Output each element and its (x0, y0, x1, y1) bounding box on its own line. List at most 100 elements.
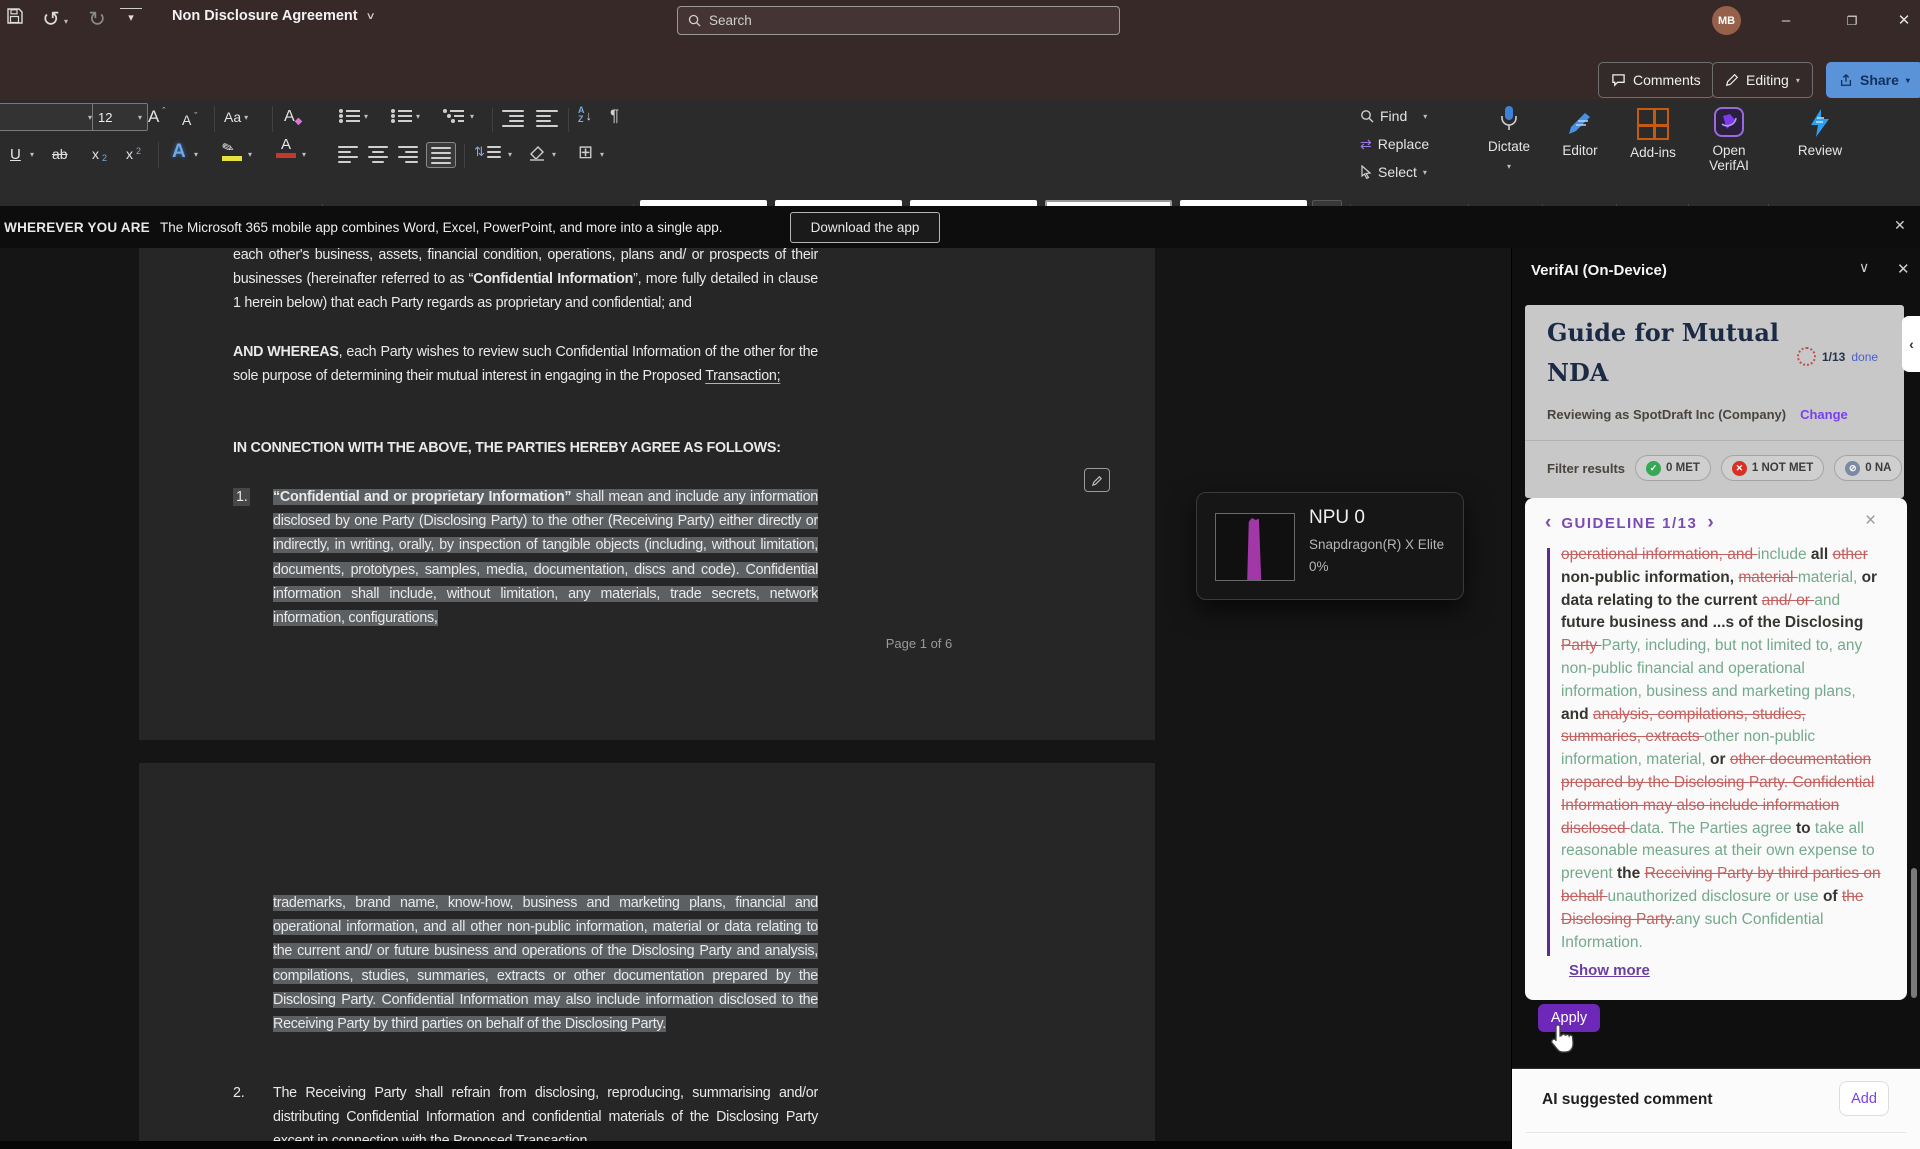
redo-button[interactable]: ↻ (84, 5, 110, 35)
guideline-prev-icon[interactable]: ‹ (1545, 512, 1551, 534)
underline-dropdown-icon[interactable]: ▾ (30, 150, 34, 159)
verifai-icon (1713, 106, 1745, 138)
align-left-button[interactable] (338, 146, 358, 163)
clause-2: 2. The Receiving Party shall refrain fro… (233, 1081, 818, 1149)
reviewing-as-row: Reviewing as SpotDraft Inc (Company) Cha… (1547, 407, 1848, 422)
open-verifai-button[interactable]: Open VerifAI (1696, 106, 1762, 173)
subscript-button[interactable]: x2 (92, 140, 107, 168)
decrease-indent-button[interactable] (502, 110, 524, 127)
guide-card-divider (1525, 440, 1904, 441)
shading-dropdown-icon[interactable]: ▾ (552, 150, 556, 159)
numbering-dropdown-icon[interactable]: ▾ (416, 112, 420, 121)
borders-dropdown-icon[interactable]: ▾ (600, 150, 604, 159)
m365-banner: S WHEREVER YOU ARE The Microsoft 365 mob… (0, 206, 1920, 248)
change-link[interactable]: Change (1800, 407, 1848, 422)
add-comment-button[interactable]: Add (1839, 1081, 1889, 1116)
font-size-select[interactable]: 12▾ (92, 103, 148, 131)
comment-hint-icon[interactable] (1084, 468, 1110, 492)
pilcrow-button[interactable]: ¶ (610, 106, 619, 126)
panel-collapse-icon[interactable]: ∨ (1859, 259, 1869, 276)
ribbon: ▾ 12▾ Aˆ Aˇ Aa▾ A◆ U ▾ ab x2 x2 A ▾ ✎ ▾ … (0, 100, 1920, 206)
save-icon[interactable] (6, 7, 28, 25)
numbering-button[interactable] (390, 110, 412, 122)
font-color-button[interactable]: A (276, 136, 296, 158)
highlight-color-button[interactable]: ✎ (222, 138, 242, 161)
panel-scrollbar-thumb[interactable] (1911, 868, 1917, 998)
find-button[interactable]: Find▾ (1360, 102, 1427, 130)
increase-indent-button[interactable] (536, 110, 558, 127)
na-icon: ⊘ (1845, 461, 1860, 476)
justify-button[interactable] (426, 142, 456, 168)
select-button[interactable]: Select▾ (1360, 158, 1427, 186)
dictate-button[interactable]: Dictate ▾ (1480, 104, 1538, 174)
ai-comment-divider (1526, 1132, 1906, 1133)
text-effects-dropdown-icon[interactable]: ▾ (194, 150, 198, 159)
bullets-dropdown-icon[interactable]: ▾ (364, 112, 368, 121)
editor-button[interactable]: Editor (1552, 108, 1608, 158)
comments-button[interactable]: Comments (1598, 62, 1714, 98)
lightning-icon (1808, 108, 1832, 138)
banner-close-icon[interactable]: ✕ (1894, 217, 1906, 234)
cursor-pointer-overlay (1548, 1022, 1578, 1056)
maximize-button[interactable]: ❐ (1838, 8, 1866, 34)
line-spacing-dropdown-icon[interactable]: ▾ (508, 150, 512, 159)
share-icon (1839, 73, 1853, 87)
font-name-select[interactable]: ▾ (0, 103, 98, 131)
addins-button[interactable]: Add-ins (1624, 108, 1682, 160)
clause-1: 1. “Confidential and or proprietary Info… (233, 485, 818, 630)
grow-font-button[interactable]: Aˆ (148, 103, 165, 131)
guideline-close-icon[interactable]: × (1865, 510, 1876, 532)
filter-met-pill[interactable]: ✓ 0 MET (1635, 455, 1711, 481)
show-more-link[interactable]: Show more (1569, 962, 1650, 979)
font-color-dropdown-icon[interactable]: ▾ (302, 150, 306, 159)
strikethrough-button[interactable]: ab (52, 140, 68, 168)
undo-dropdown-icon[interactable]: ▾ (64, 17, 68, 26)
quick-access-customize-icon[interactable]: ▾ (120, 8, 142, 27)
editing-mode-button[interactable]: Editing ▾ (1712, 62, 1813, 98)
guideline-next-icon[interactable]: › (1707, 512, 1713, 534)
undo-button[interactable]: ↺ (38, 5, 64, 35)
multilevel-dropdown-icon[interactable]: ▾ (470, 112, 474, 121)
minimize-button[interactable]: – (1772, 8, 1800, 34)
sort-button[interactable]: AZ ↓ (578, 106, 592, 124)
panel-close-icon[interactable]: ✕ (1897, 260, 1910, 278)
filter-na-pill[interactable]: ⊘ 0 NA (1834, 455, 1902, 481)
guide-title: Guide for Mutual NDA (1547, 313, 1797, 393)
multilevel-list-button[interactable] (442, 110, 464, 122)
share-button[interactable]: Share ▾ (1826, 62, 1920, 98)
shrink-font-button[interactable]: Aˇ (182, 106, 197, 134)
download-app-button[interactable]: Download the app (790, 212, 940, 243)
replace-button[interactable]: ⇄ Replace (1360, 130, 1429, 158)
align-right-button[interactable] (398, 146, 418, 163)
microphone-icon (1498, 104, 1520, 134)
review-commands-button[interactable]: Review (1790, 108, 1850, 158)
document-title-control[interactable]: Non Disclosure Agreement ∨ (172, 8, 374, 24)
paragraph-agree-as-follows: IN CONNECTION WITH THE ABOVE, THE PARTIE… (233, 436, 818, 460)
shading-button[interactable] (528, 144, 548, 162)
npu-graph-spike (1216, 514, 1294, 580)
bullets-button[interactable] (338, 110, 360, 122)
npu-usage-percent: 0% (1309, 559, 1329, 574)
font-color-a-icon: A (276, 136, 296, 153)
clear-formatting-button[interactable]: A◆ (284, 103, 302, 131)
find-icon (1360, 109, 1374, 123)
line-spacing-button[interactable]: ⇅ (474, 144, 501, 160)
close-button[interactable]: ✕ (1890, 8, 1918, 34)
text-effects-button[interactable]: A (172, 138, 186, 166)
redline-diff-text: operational information, and include all… (1561, 544, 1883, 954)
align-center-button[interactable] (368, 146, 388, 163)
change-case-button[interactable]: Aa▾ (224, 103, 248, 131)
document-page-1[interactable]: each other's business, assets, financial… (139, 248, 1155, 740)
underline-button[interactable]: U (10, 140, 21, 168)
search-input[interactable]: Search (677, 6, 1120, 35)
highlight-dropdown-icon[interactable]: ▾ (248, 150, 252, 159)
borders-button[interactable]: ⊞ (578, 142, 593, 163)
page-footer: Page 1 of 6 (839, 636, 999, 651)
panel-side-collapse-tab[interactable]: ‹ (1902, 316, 1920, 372)
guide-progress: 1/13 done (1797, 347, 1878, 366)
met-check-icon: ✓ (1646, 461, 1661, 476)
filter-not-met-pill[interactable]: ✕ 1 NOT MET (1721, 455, 1824, 481)
avatar[interactable]: MB (1712, 6, 1741, 35)
document-page-2[interactable]: trademarks, brand name, know-how, busine… (139, 763, 1155, 1141)
superscript-button[interactable]: x2 (126, 140, 141, 168)
